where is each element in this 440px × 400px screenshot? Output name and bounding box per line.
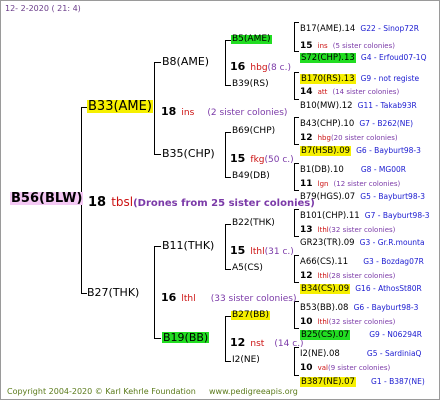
gen4-row-4: B10(MW).12 G11 - Takab93R — [300, 95, 417, 111]
gen4-ref[interactable]: G1 - B387(NE) — [371, 377, 425, 386]
gen4-name[interactable]: B170(RS).13 — [300, 74, 356, 84]
gen4-name[interactable]: B79(HGS).07 — [300, 192, 355, 202]
gen4-row-8: B79(HGS).07 G5 - Bayburt98-3 — [300, 186, 425, 202]
gen4-ref[interactable]: G5 - Bayburt98-3 — [360, 192, 425, 201]
queen-gen2-1[interactable]: B8(AME) — [162, 56, 209, 67]
date-stamp: 12- 2-2020 ( 21: 4) — [5, 4, 81, 13]
queen-gen3-1[interactable]: B5(AME) — [231, 35, 272, 44]
gen4-row-15: I2(NE).08 G5 - SardiniaQ — [300, 343, 421, 359]
gen4-name[interactable]: B25(CS).07 — [300, 330, 351, 340]
gen4-ref[interactable]: G6 - Bayburt98-3 — [356, 146, 421, 155]
gen4-ref[interactable]: G4 - Erfoud07-1Q — [361, 53, 427, 62]
gen4-ref[interactable]: G8 - MG00R — [361, 165, 406, 174]
queen-gen3-2[interactable]: B39(RS) — [232, 80, 269, 89]
queen-gen3-8[interactable]: I2(NE) — [232, 356, 260, 365]
gen4-ref[interactable]: G6 - Bayburt98-3 — [354, 303, 419, 312]
gen4-ref[interactable]: G7 - B262(NE) — [359, 119, 413, 128]
gen2-3-info: 15 lthl(31 c.) — [230, 244, 294, 257]
root-info: 18 tbsl(Drones from 25 sister colonies) — [88, 193, 315, 209]
gen4-ref[interactable]: G22 - Sinop72R — [360, 24, 419, 33]
gen2-2-info: 15 fkg(50 c.) — [230, 152, 294, 165]
sire-number: 16 — [161, 291, 177, 304]
queen-sire[interactable]: B27(THK) — [87, 287, 139, 298]
gen4-name[interactable]: B10(MW).12 — [300, 101, 353, 111]
dam-sisters: (2 sister colonies) — [207, 108, 288, 118]
gen4-row-3: B170(RS).13 G9 - not registe — [300, 68, 419, 84]
gen4-name[interactable]: I2(NE).08 — [300, 349, 340, 359]
gen4-row-14: B25(CS).07 G9 - N06294R — [300, 324, 422, 340]
gen4-ref[interactable]: G3 - Bozdag07R — [363, 257, 424, 266]
gen4-ref[interactable]: G16 - AthosSt80R — [355, 284, 421, 293]
gen4-ref[interactable]: G3 - Gr.R.mounta — [360, 238, 425, 247]
gen4-row-2: S72(CHP).13 G4 - Erfoud07-1Q — [300, 47, 426, 63]
queen-gen3-4[interactable]: B49(DB) — [232, 172, 270, 181]
gen4-row-11: A66(CS).11 G3 - Bozdag07R — [300, 251, 424, 267]
dam-number: 18 — [161, 105, 177, 118]
dam-info: 18 ins (2 sister colonies) — [161, 102, 287, 118]
sire-sisters: (33 sister colonies) — [210, 294, 297, 304]
footer-copyright: Copyright 2004-2020 © Karl Kehrle Founda… — [7, 387, 196, 396]
gen4-name[interactable]: GR23(TR).09 — [300, 238, 355, 248]
gen4-ref[interactable]: G9 - N06294R — [369, 330, 422, 339]
gen4-name[interactable]: B53(BB).08 — [300, 303, 348, 313]
gen4-name[interactable]: B17(AME).14 — [300, 24, 355, 34]
queen-gen3-6[interactable]: A5(CS) — [232, 264, 263, 273]
gen4-name[interactable]: B387(NE).07 — [300, 377, 356, 387]
gen4-row-16: B387(NE).07 G1 - B387(NE) — [300, 371, 425, 387]
gen4-ref[interactable]: G7 - Bayburt98-3 — [365, 211, 430, 220]
gen4-row-10: GR23(TR).09 G3 - Gr.R.mounta — [300, 232, 425, 248]
pedigree-chart: 12- 2-2020 ( 21: 4) B56(BLW) 18 tbsl(Dro… — [0, 0, 440, 400]
gen4-name[interactable]: B101(CHP).11 — [300, 211, 360, 221]
dam-race: ins — [181, 108, 195, 118]
gen4-row-5: B43(CHP).10 G7 - B262(NE) — [300, 113, 413, 129]
queen-dam[interactable]: B33(AME) — [87, 100, 153, 113]
queen-gen2-4[interactable]: B19(BB) — [162, 332, 210, 343]
gen4-ref[interactable]: G5 - SardiniaQ — [367, 349, 422, 358]
gen4-ref[interactable]: G9 - not registe — [361, 74, 420, 83]
root-number: 18 — [88, 195, 107, 210]
sire-info: 16 lthl (33 sister colonies) — [161, 288, 296, 304]
gen4-row-9: B101(CHP).11 G7 - Bayburt98-3 — [300, 205, 430, 221]
root-race: tbsl — [111, 195, 134, 209]
gen4-name[interactable]: B1(DB).10 — [300, 165, 344, 175]
queen-gen2-3[interactable]: B11(THK) — [162, 240, 214, 251]
queen-gen3-5[interactable]: B22(THK) — [232, 219, 275, 228]
queen-root[interactable]: B56(BLW) — [10, 192, 84, 205]
gen4-row-12: B34(CS).09 G16 - AthosSt80R — [300, 278, 422, 294]
gen4-ref[interactable]: G11 - Takab93R — [358, 101, 417, 110]
gen4-row-6: B7(HSB).09 G6 - Bayburt98-3 — [300, 140, 421, 156]
gen4-name[interactable]: S72(CHP).13 — [300, 53, 356, 63]
gen4-name[interactable]: B43(CHP).10 — [300, 119, 354, 129]
gen4-row-13: B53(BB).08 G6 - Bayburt98-3 — [300, 297, 418, 313]
root-sisters: (Drones from 25 sister colonies) — [133, 198, 315, 209]
gen2-1-info: 16 hbg(8 c.) — [230, 60, 291, 73]
gen4-name[interactable]: B34(CS).09 — [300, 284, 351, 294]
queen-gen3-7[interactable]: B27(BB) — [231, 311, 270, 320]
gen4-row-7: B1(DB).10 G8 - MG00R — [300, 159, 406, 175]
gen4-name[interactable]: B7(HSB).09 — [300, 146, 352, 156]
sire-race: lthl — [181, 294, 196, 304]
footer-site-link[interactable]: www.pedigreeapis.org — [209, 388, 298, 396]
gen4-row-1: B17(AME).14 G22 - Sinop72R — [300, 18, 419, 34]
gen2-4-info: 12 nst (14 c.) — [230, 336, 304, 349]
queen-gen2-2[interactable]: B35(CHP) — [162, 148, 215, 159]
queen-gen3-3[interactable]: B69(CHP) — [232, 127, 275, 136]
gen4-name[interactable]: A66(CS).11 — [300, 257, 348, 267]
